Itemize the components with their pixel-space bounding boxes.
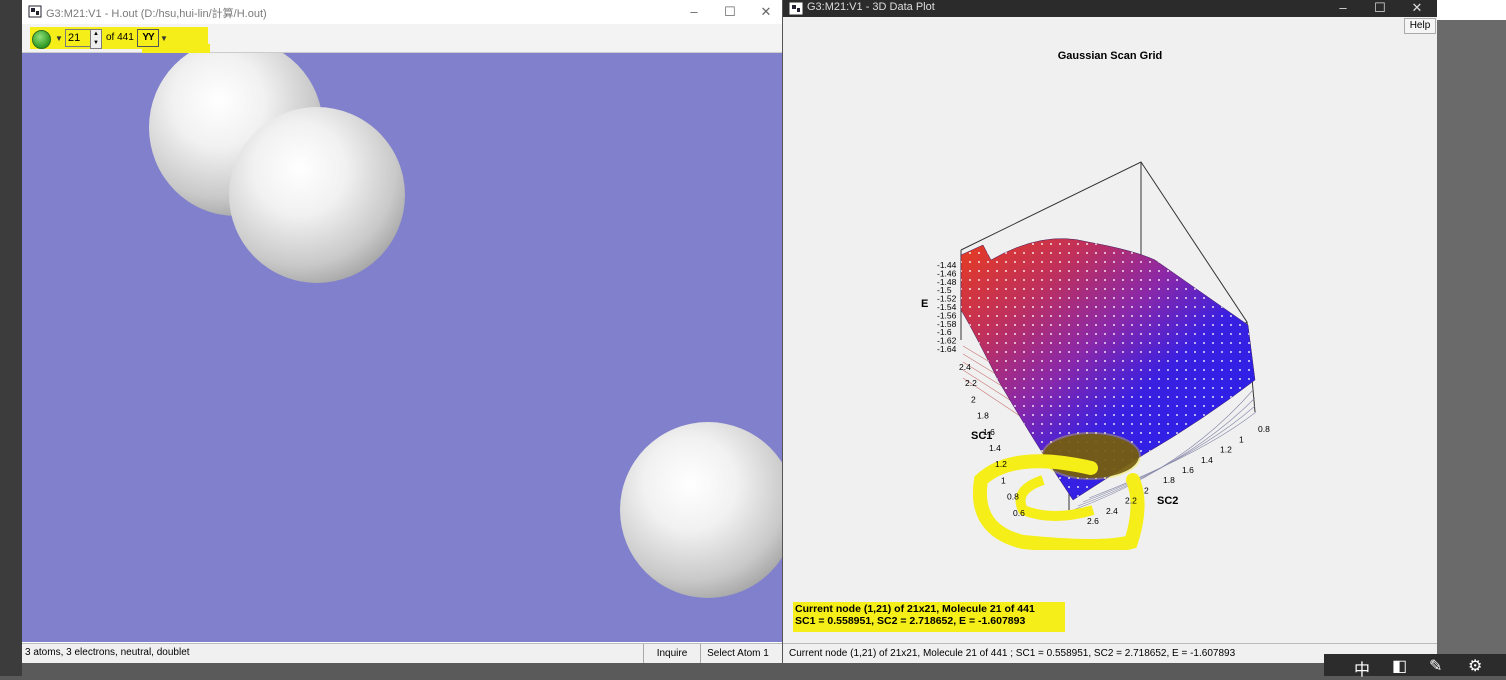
surface-plot[interactable]: E SC1 SC2 -1.44-1.46-1.48-1.5-1.52-1.54-… xyxy=(903,150,1383,550)
window-title: G3:M21:V1 - 3D Data Plot xyxy=(807,1,935,13)
help-menu[interactable]: Help xyxy=(1404,18,1436,34)
window-title: G3:M21:V1 - H.out (D:/hsu,hui-lin/計算/H.o… xyxy=(46,8,267,20)
gaussview-app-icon xyxy=(28,5,42,18)
desktop-background xyxy=(0,0,22,676)
system-tray: 中 ◧ ✎ ⚙ xyxy=(1324,654,1506,679)
maximize-icon[interactable]: ☐ xyxy=(1365,0,1395,18)
sc2-tick-label: 1.4 xyxy=(1201,455,1213,465)
chevron-down-icon[interactable]: ▼ xyxy=(160,34,168,43)
pen-icon[interactable]: ✎ xyxy=(1429,656,1442,676)
sc1-tick-label: 0.6 xyxy=(1013,508,1025,518)
chevron-down-icon[interactable]: ▼ xyxy=(55,34,63,43)
node-info-line: SC1 = 0.558951, SC2 = 2.718652, E = -1.6… xyxy=(795,615,1026,627)
sc1-tick-label: 2 xyxy=(971,394,976,404)
plot-status-text: Current node (1,21) of 21x21, Molecule 2… xyxy=(789,648,1236,659)
sc1-tick-label: 2.4 xyxy=(959,362,971,372)
sc2-tick-label: 1.8 xyxy=(1163,475,1175,485)
sc1-tick-label: 0.8 xyxy=(1007,492,1019,502)
title-bar: G3:M21:V1 - H.out (D:/hsu,hui-lin/計算/H.o… xyxy=(22,0,782,24)
window-icon[interactable]: ◧ xyxy=(1392,656,1407,676)
gaussview-app-icon xyxy=(789,2,803,15)
molecule-view-window: G3:M21:V1 - H.out (D:/hsu,hui-lin/計算/H.o… xyxy=(22,0,783,663)
molecule-status-text: 3 atoms, 3 electrons, neutral, doublet xyxy=(25,647,190,658)
e-tick-label: -1.64 xyxy=(937,344,957,354)
title-bar: G3:M21:V1 - 3D Data Plot – ☐ ✕ xyxy=(783,0,1437,17)
inquire-button[interactable]: Inquire xyxy=(643,644,700,663)
frame-count-label: of 441 xyxy=(106,32,134,43)
sc1-tick-label: 1.2 xyxy=(995,459,1007,469)
status-bar: 3 atoms, 3 electrons, neutral, doublet I… xyxy=(22,643,782,663)
sc2-tick-label: 1.2 xyxy=(1220,445,1232,455)
plot-title: Gaussian Scan Grid xyxy=(1057,50,1163,62)
gear-icon[interactable]: ⚙ xyxy=(1468,656,1482,676)
sc1-tick-label: 1 xyxy=(1001,475,1006,485)
select-atom-button[interactable]: Select Atom 1 xyxy=(700,644,775,663)
green-ball-icon[interactable] xyxy=(32,30,51,49)
desktop-background xyxy=(1436,0,1506,20)
highlight-mark xyxy=(1041,432,1141,480)
sc2-tick-label: 2.2 xyxy=(1125,496,1137,506)
ime-indicator[interactable]: 中 xyxy=(1354,656,1370,680)
close-icon[interactable]: ✕ xyxy=(751,2,781,22)
minimize-icon[interactable]: – xyxy=(679,2,709,22)
sc2-tick-label: 2 xyxy=(1144,485,1149,495)
desktop-background xyxy=(1436,20,1506,676)
molecule-viewport[interactable] xyxy=(22,53,782,642)
minimize-icon[interactable]: – xyxy=(1328,0,1358,18)
sc2-tick-label: 1 xyxy=(1239,434,1244,444)
hydrogen-atom[interactable] xyxy=(229,107,405,283)
current-node-info: Current node (1,21) of 21x21, Molecule 2… xyxy=(793,602,1065,632)
frame-number-input[interactable]: 21 xyxy=(65,29,93,47)
sc1-tick-label: 1.8 xyxy=(977,411,989,421)
e-axis-label: E xyxy=(921,298,928,310)
close-icon[interactable]: ✕ xyxy=(1402,0,1432,18)
sc2-tick-label: 0.8 xyxy=(1258,424,1270,434)
sc2-axis-label: SC2 xyxy=(1157,495,1178,507)
data-plot-window: G3:M21:V1 - 3D Data Plot – ☐ ✕ Help Gaus… xyxy=(782,0,1437,663)
e-axis-ticks: -1.44-1.46-1.48-1.5-1.52-1.54-1.56-1.58-… xyxy=(937,260,957,354)
animation-button[interactable]: YY xyxy=(137,29,159,47)
maximize-icon[interactable]: ☐ xyxy=(715,2,745,22)
sc1-tick-label: 1.6 xyxy=(983,427,995,437)
sc2-tick-label: 1.6 xyxy=(1182,465,1194,475)
frame-spinner[interactable]: ▲ ▼ xyxy=(90,29,102,49)
sc2-tick-label: 2.6 xyxy=(1087,516,1099,526)
sc2-tick-label: 2.4 xyxy=(1106,506,1118,516)
molecule-toolbar: ▼ 21 ▲ ▼ of 441 YY ▼ xyxy=(22,24,782,72)
hydrogen-atom[interactable] xyxy=(620,422,782,598)
sc1-tick-label: 2.2 xyxy=(965,378,977,388)
sc1-tick-label: 1.4 xyxy=(989,443,1001,453)
node-info-line: Current node (1,21) of 21x21, Molecule 2… xyxy=(795,603,1035,615)
